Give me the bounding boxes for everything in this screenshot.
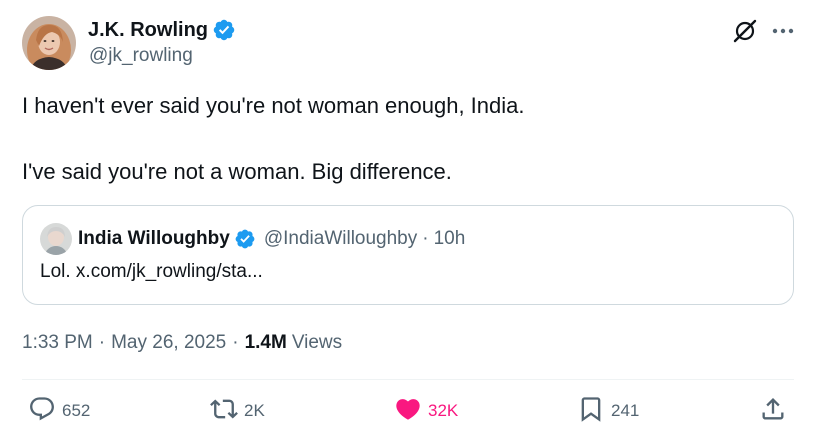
share-icon [759, 395, 787, 428]
meta-separator: · [98, 332, 106, 353]
quoted-author-name: India Willoughby [78, 228, 230, 249]
tweet-detail: J.K. Rowling @jk_rowling I haven't ever … [0, 0, 815, 444]
quoted-tweet-card[interactable]: India Willoughby @IndiaWilloughby · 10h … [22, 205, 794, 305]
author-name-row[interactable]: J.K. Rowling [88, 16, 236, 44]
repost-icon [210, 395, 238, 428]
like-count: 32K [428, 401, 459, 420]
verified-badge-icon [234, 228, 256, 250]
author-handle[interactable]: @jk_rowling [89, 45, 193, 67]
author-avatar[interactable] [22, 16, 76, 70]
views-count[interactable]: 1.4M [245, 332, 287, 354]
reply-count: 652 [62, 401, 91, 420]
reply-icon [28, 395, 56, 428]
quoted-author-avatar [40, 223, 72, 255]
tweet-time[interactable]: 1:33 PM [22, 332, 93, 354]
divider [22, 379, 794, 380]
views-label: Views [291, 332, 343, 353]
like-button[interactable]: 32K [394, 396, 458, 426]
tweet-text-line-1: I haven't ever said you're not woman eno… [22, 93, 525, 118]
repost-button[interactable]: 2K [210, 396, 265, 426]
quoted-tweet-text: Lol. x.com/jk_rowling/sta... [40, 261, 263, 282]
quoted-timestamp: 10h [433, 228, 466, 249]
author-name[interactable]: J.K. Rowling [88, 19, 208, 42]
like-heart-icon [394, 395, 422, 428]
tweet-date[interactable]: May 26, 2025 [111, 332, 226, 354]
tweet-text-line-2: I've said you're not a woman. Big differ… [22, 159, 452, 184]
meta-separator: · [232, 332, 239, 353]
share-button[interactable] [759, 396, 787, 426]
grok-icon[interactable] [732, 18, 758, 44]
tweet-meta: 1:33 PM · May 26, 2025 · 1.4M Views [22, 330, 342, 356]
quoted-author-handle: @IndiaWilloughby [263, 228, 418, 249]
repost-count: 2K [244, 401, 265, 420]
bookmark-count: 241 [611, 401, 640, 420]
quoted-separator: · [422, 228, 429, 249]
more-icon[interactable] [770, 18, 796, 44]
quoted-header: India Willoughby @IndiaWilloughby · 10h [78, 226, 465, 252]
bookmark-icon [577, 395, 605, 428]
verified-badge-icon [212, 18, 236, 42]
reply-button[interactable]: 652 [28, 396, 90, 426]
bookmark-button[interactable]: 241 [577, 396, 639, 426]
